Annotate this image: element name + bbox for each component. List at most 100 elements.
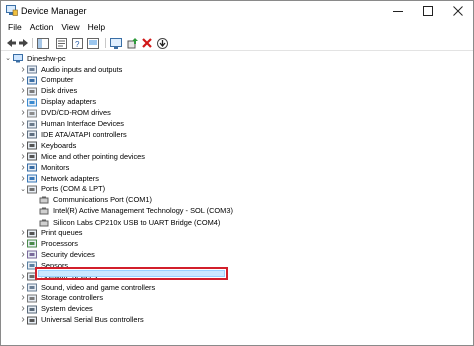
expand-chevron-icon[interactable]: ›: [19, 162, 27, 173]
svg-text:?: ?: [75, 40, 80, 49]
tree-category-label: Monitors: [41, 162, 70, 172]
tree-category-ports-com-lpt[interactable]: Ports (COM & LPT): [27, 184, 106, 195]
update-driver-icon: [127, 37, 138, 48]
printer-icon: [27, 229, 37, 237]
menu-help[interactable]: Help: [85, 21, 110, 35]
download-circle-icon: [156, 37, 168, 49]
ide-controller-icon: [27, 130, 37, 139]
sound-controller-icon: [27, 283, 37, 292]
expand-chevron-icon[interactable]: ›: [19, 249, 27, 260]
update-driver-button[interactable]: [126, 37, 138, 49]
tree-device-label: Communications Port (COM1): [53, 195, 152, 205]
title-bar[interactable]: Device Manager: [1, 1, 473, 21]
tree-category-storage-controllers[interactable]: Storage controllers: [27, 293, 104, 304]
expand-chevron-icon[interactable]: ›: [19, 129, 27, 140]
tree-category-label: Processors: [41, 238, 78, 248]
tree-category-label: Ports (COM & LPT): [41, 184, 106, 194]
menu-bar: File Action View Help: [1, 21, 473, 35]
tree-root-label: Dineshw-pc: [27, 53, 66, 63]
minimize-button[interactable]: [383, 1, 413, 21]
tree-category-label: Universal Serial Bus controllers: [41, 315, 144, 325]
forward-arrow-icon: [18, 39, 28, 47]
window-title: Device Manager: [21, 6, 87, 16]
tree-category-human-interface-devices[interactable]: Human Interface Devices: [27, 119, 125, 130]
expand-chevron-icon[interactable]: ›: [19, 271, 27, 282]
keyboard-icon: [27, 141, 37, 150]
collapse-chevron-icon[interactable]: ⌄: [19, 184, 27, 194]
tree-category-computer[interactable]: Computer: [27, 75, 74, 86]
expand-chevron-icon[interactable]: ›: [19, 151, 27, 162]
expand-chevron-icon[interactable]: ›: [19, 260, 27, 271]
tree-category-audio-inputs-and-outputs[interactable]: Audio inputs and outputs: [27, 64, 123, 75]
back-button[interactable]: [5, 37, 17, 49]
tree-category-print-queues[interactable]: Print queues: [27, 228, 84, 239]
tree-category-label: Network adapters: [41, 173, 99, 183]
expand-chevron-icon[interactable]: ›: [19, 173, 27, 184]
tree-category-label: Keyboards: [41, 140, 77, 150]
tree-device-port-com[interactable]: Intel(R) Active Management Technology - …: [39, 206, 234, 217]
expand-chevron-icon[interactable]: ›: [19, 227, 27, 238]
forward-button[interactable]: [17, 37, 29, 49]
help-button[interactable]: ?: [71, 37, 83, 49]
port-icon: [39, 219, 49, 227]
tree-category-label: DVD/CD-ROM drives: [41, 108, 111, 118]
disable-device-button[interactable]: [156, 37, 168, 49]
mouse-icon: [27, 152, 37, 161]
console-tree-icon: [37, 37, 49, 49]
tree-category-label: Computer: [41, 75, 74, 85]
tree-device-port-com[interactable]: Communications Port (COM1): [39, 195, 153, 206]
security-device-icon: [27, 250, 37, 259]
tree-root-computer[interactable]: Dineshw-pc: [13, 53, 67, 64]
tree-category-dvd-cd-rom-drives[interactable]: DVD/CD-ROM drives: [27, 108, 112, 119]
show-hide-console-tree-button[interactable]: [37, 37, 49, 49]
device-manager-window: Device Manager File Action View Help ? ⌄…: [0, 0, 474, 346]
tree-category-network-adapters[interactable]: Network adapters: [27, 173, 100, 184]
tree-category-disk-drives[interactable]: Disk drives: [27, 86, 78, 97]
uninstall-device-button[interactable]: [141, 37, 153, 49]
expand-chevron-icon[interactable]: ›: [19, 74, 27, 85]
expand-chevron-icon[interactable]: ›: [19, 292, 27, 303]
tree-category-mice-and-other-pointing-devices[interactable]: Mice and other pointing devices: [27, 151, 146, 162]
tree-category-keyboards[interactable]: Keyboards: [27, 140, 77, 151]
expand-chevron-icon[interactable]: ›: [19, 96, 27, 107]
tree-category-label: Sound, video and game controllers: [41, 282, 156, 292]
computer-icon: [27, 76, 37, 85]
expand-chevron-icon[interactable]: ›: [19, 140, 27, 151]
back-arrow-icon: [6, 39, 16, 47]
collapse-chevron-icon[interactable]: ⌄: [4, 53, 12, 63]
tree-category-sound-video-and-game-controllers[interactable]: Sound, video and game controllers: [27, 282, 156, 293]
tree-category-security-devices[interactable]: Security devices: [27, 249, 96, 260]
expand-chevron-icon[interactable]: ›: [19, 107, 27, 118]
port-icon: [39, 196, 49, 204]
menu-view[interactable]: View: [58, 21, 84, 35]
expand-chevron-icon[interactable]: ›: [19, 118, 27, 129]
disk-drive-icon: [27, 87, 37, 96]
tree-category-label: Display adapters: [41, 97, 97, 107]
view-button[interactable]: [87, 37, 99, 49]
close-button[interactable]: [443, 1, 473, 21]
scan-hardware-button[interactable]: [110, 37, 122, 49]
computer-icon: [13, 54, 23, 63]
tree-device-label: Intel(R) Active Management Technology - …: [53, 206, 233, 216]
maximize-button[interactable]: [413, 1, 443, 21]
tree-category-display-adapters[interactable]: Display adapters: [27, 97, 97, 108]
menu-action[interactable]: Action: [27, 21, 59, 35]
monitor-scan-icon: [110, 37, 122, 49]
properties-button[interactable]: [55, 37, 67, 49]
tree-category-universal-serial-bus-controllers[interactable]: Universal Serial Bus controllers: [27, 315, 145, 326]
tree-category-system-devices[interactable]: System devices: [27, 304, 94, 315]
expand-chevron-icon[interactable]: ›: [19, 238, 27, 249]
device-tree[interactable]: ⌄ Dineshw-pc › Audio inputs and outputs › C…: [1, 52, 473, 346]
tree-device-silicon-labs-com4[interactable]: Silicon Labs CP210x USB to UART Bridge (…: [39, 218, 221, 229]
tree-category-ide-ata-atapi-controllers[interactable]: IDE ATA/ATAPI controllers: [27, 129, 128, 140]
tree-category-label: Mice and other pointing devices: [41, 151, 145, 161]
expand-chevron-icon[interactable]: ›: [19, 282, 27, 293]
expand-chevron-icon[interactable]: ›: [19, 314, 27, 325]
expand-chevron-icon[interactable]: ›: [19, 64, 27, 75]
expand-chevron-icon[interactable]: ›: [19, 303, 27, 314]
tree-category-label: Disk drives: [41, 86, 78, 96]
menu-file[interactable]: File: [5, 21, 27, 35]
tree-category-processors[interactable]: Processors: [27, 238, 79, 249]
expand-chevron-icon[interactable]: ›: [19, 85, 27, 96]
tree-category-monitors[interactable]: Monitors: [27, 162, 70, 173]
